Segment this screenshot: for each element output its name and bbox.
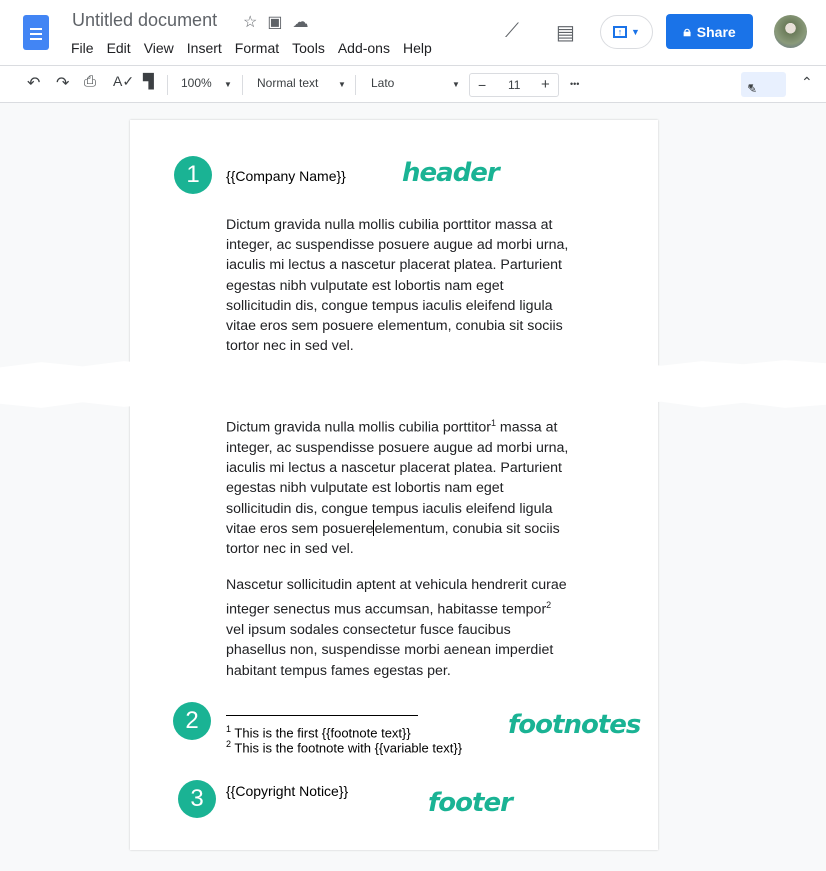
annotation-badge-3: 3 — [178, 780, 216, 818]
annotation-footer: footer — [428, 788, 513, 818]
footnote-1[interactable]: 1 This is the first {{footnote text}} — [226, 724, 411, 740]
chevron-down-icon: ▼ — [224, 80, 232, 89]
cloud-status-icon[interactable]: ☁ — [292, 12, 308, 32]
footnote-ref-2[interactable]: 2 — [546, 600, 551, 610]
footnote-divider — [226, 715, 418, 716]
lock-icon: 🔒︎ — [683, 23, 691, 39]
present-icon: ↑ — [613, 26, 628, 38]
move-folder-icon[interactable]: ▣ — [267, 12, 282, 32]
chevron-down-icon: ▼ — [452, 80, 460, 89]
increase-font-size-button[interactable]: + — [541, 76, 550, 93]
annotation-badge-1: 1 — [174, 156, 212, 194]
comments-icon[interactable]: ▤ — [556, 20, 575, 45]
avatar[interactable] — [774, 15, 807, 48]
menu-bar: File Edit View Insert Format Tools Add-o… — [71, 40, 432, 56]
header-placeholder[interactable]: {{Company Name}} — [226, 168, 346, 184]
menu-help[interactable]: Help — [403, 40, 432, 56]
docs-logo-icon[interactable] — [23, 15, 49, 50]
present-button[interactable]: ↑ ▼ — [600, 15, 653, 49]
style-select[interactable]: Normal text — [257, 76, 318, 90]
menu-format[interactable]: Format — [235, 40, 279, 56]
undo-icon[interactable]: ↶ — [27, 73, 40, 93]
star-icon[interactable]: ☆ — [243, 12, 257, 32]
font-size-input[interactable]: 11 — [508, 78, 520, 92]
footnote-2[interactable]: 2 This is the footnote with {{variable t… — [226, 739, 462, 755]
decrease-font-size-button[interactable]: − — [478, 77, 486, 93]
collapse-toolbar-icon[interactable]: ⌃ — [801, 74, 813, 91]
redo-icon[interactable]: ↷ — [56, 73, 69, 93]
menu-edit[interactable]: Edit — [107, 40, 131, 56]
annotation-badge-2: 2 — [173, 702, 211, 740]
title-bar: Untitled document ☆ ▣ ☁ File Edit View Ins… — [0, 0, 826, 65]
print-icon[interactable]: ⎙ — [84, 73, 96, 90]
menu-view[interactable]: View — [144, 40, 174, 56]
annotation-footnotes: footnotes — [508, 710, 641, 740]
menu-addons[interactable]: Add-ons — [338, 40, 390, 56]
chevron-down-icon: ▼ — [631, 27, 640, 37]
toolbar: ↶ ↷ ⎙ A✓ ▜ 100% ▼ Normal text ▼ Lato ▼ − 11… — [0, 65, 826, 103]
share-button[interactable]: 🔒︎ Share — [666, 14, 753, 49]
chevron-down-icon: ▼ — [338, 80, 346, 89]
menu-insert[interactable]: Insert — [187, 40, 222, 56]
zoom-select[interactable]: 100% — [181, 76, 212, 90]
more-options-icon[interactable]: ••• — [570, 79, 579, 89]
activity-trend-icon[interactable]: ⟋ — [505, 20, 519, 43]
spellcheck-icon[interactable]: A✓ — [113, 73, 134, 90]
paragraph-1[interactable]: Dictum gravida nulla mollis cubilia port… — [226, 215, 571, 356]
font-size-stepper: − 11 + — [469, 73, 559, 97]
menu-file[interactable]: File — [71, 40, 94, 56]
paragraph-2[interactable]: Dictum gravida nulla mollis cubilia port… — [226, 413, 571, 559]
font-select[interactable]: Lato — [371, 76, 394, 90]
paint-format-icon[interactable]: ▜ — [143, 73, 154, 90]
paragraph-3[interactable]: Nascetur sollicitudin aptent at vehicula… — [226, 575, 571, 681]
editing-mode-button[interactable]: ✎ ▼ — [741, 72, 786, 97]
chevron-down-icon: ▼ — [747, 82, 755, 91]
document-title[interactable]: Untitled document — [72, 10, 217, 31]
annotation-header: header — [402, 158, 500, 188]
footer-placeholder[interactable]: {{Copyright Notice}} — [226, 783, 348, 799]
menu-tools[interactable]: Tools — [292, 40, 325, 56]
